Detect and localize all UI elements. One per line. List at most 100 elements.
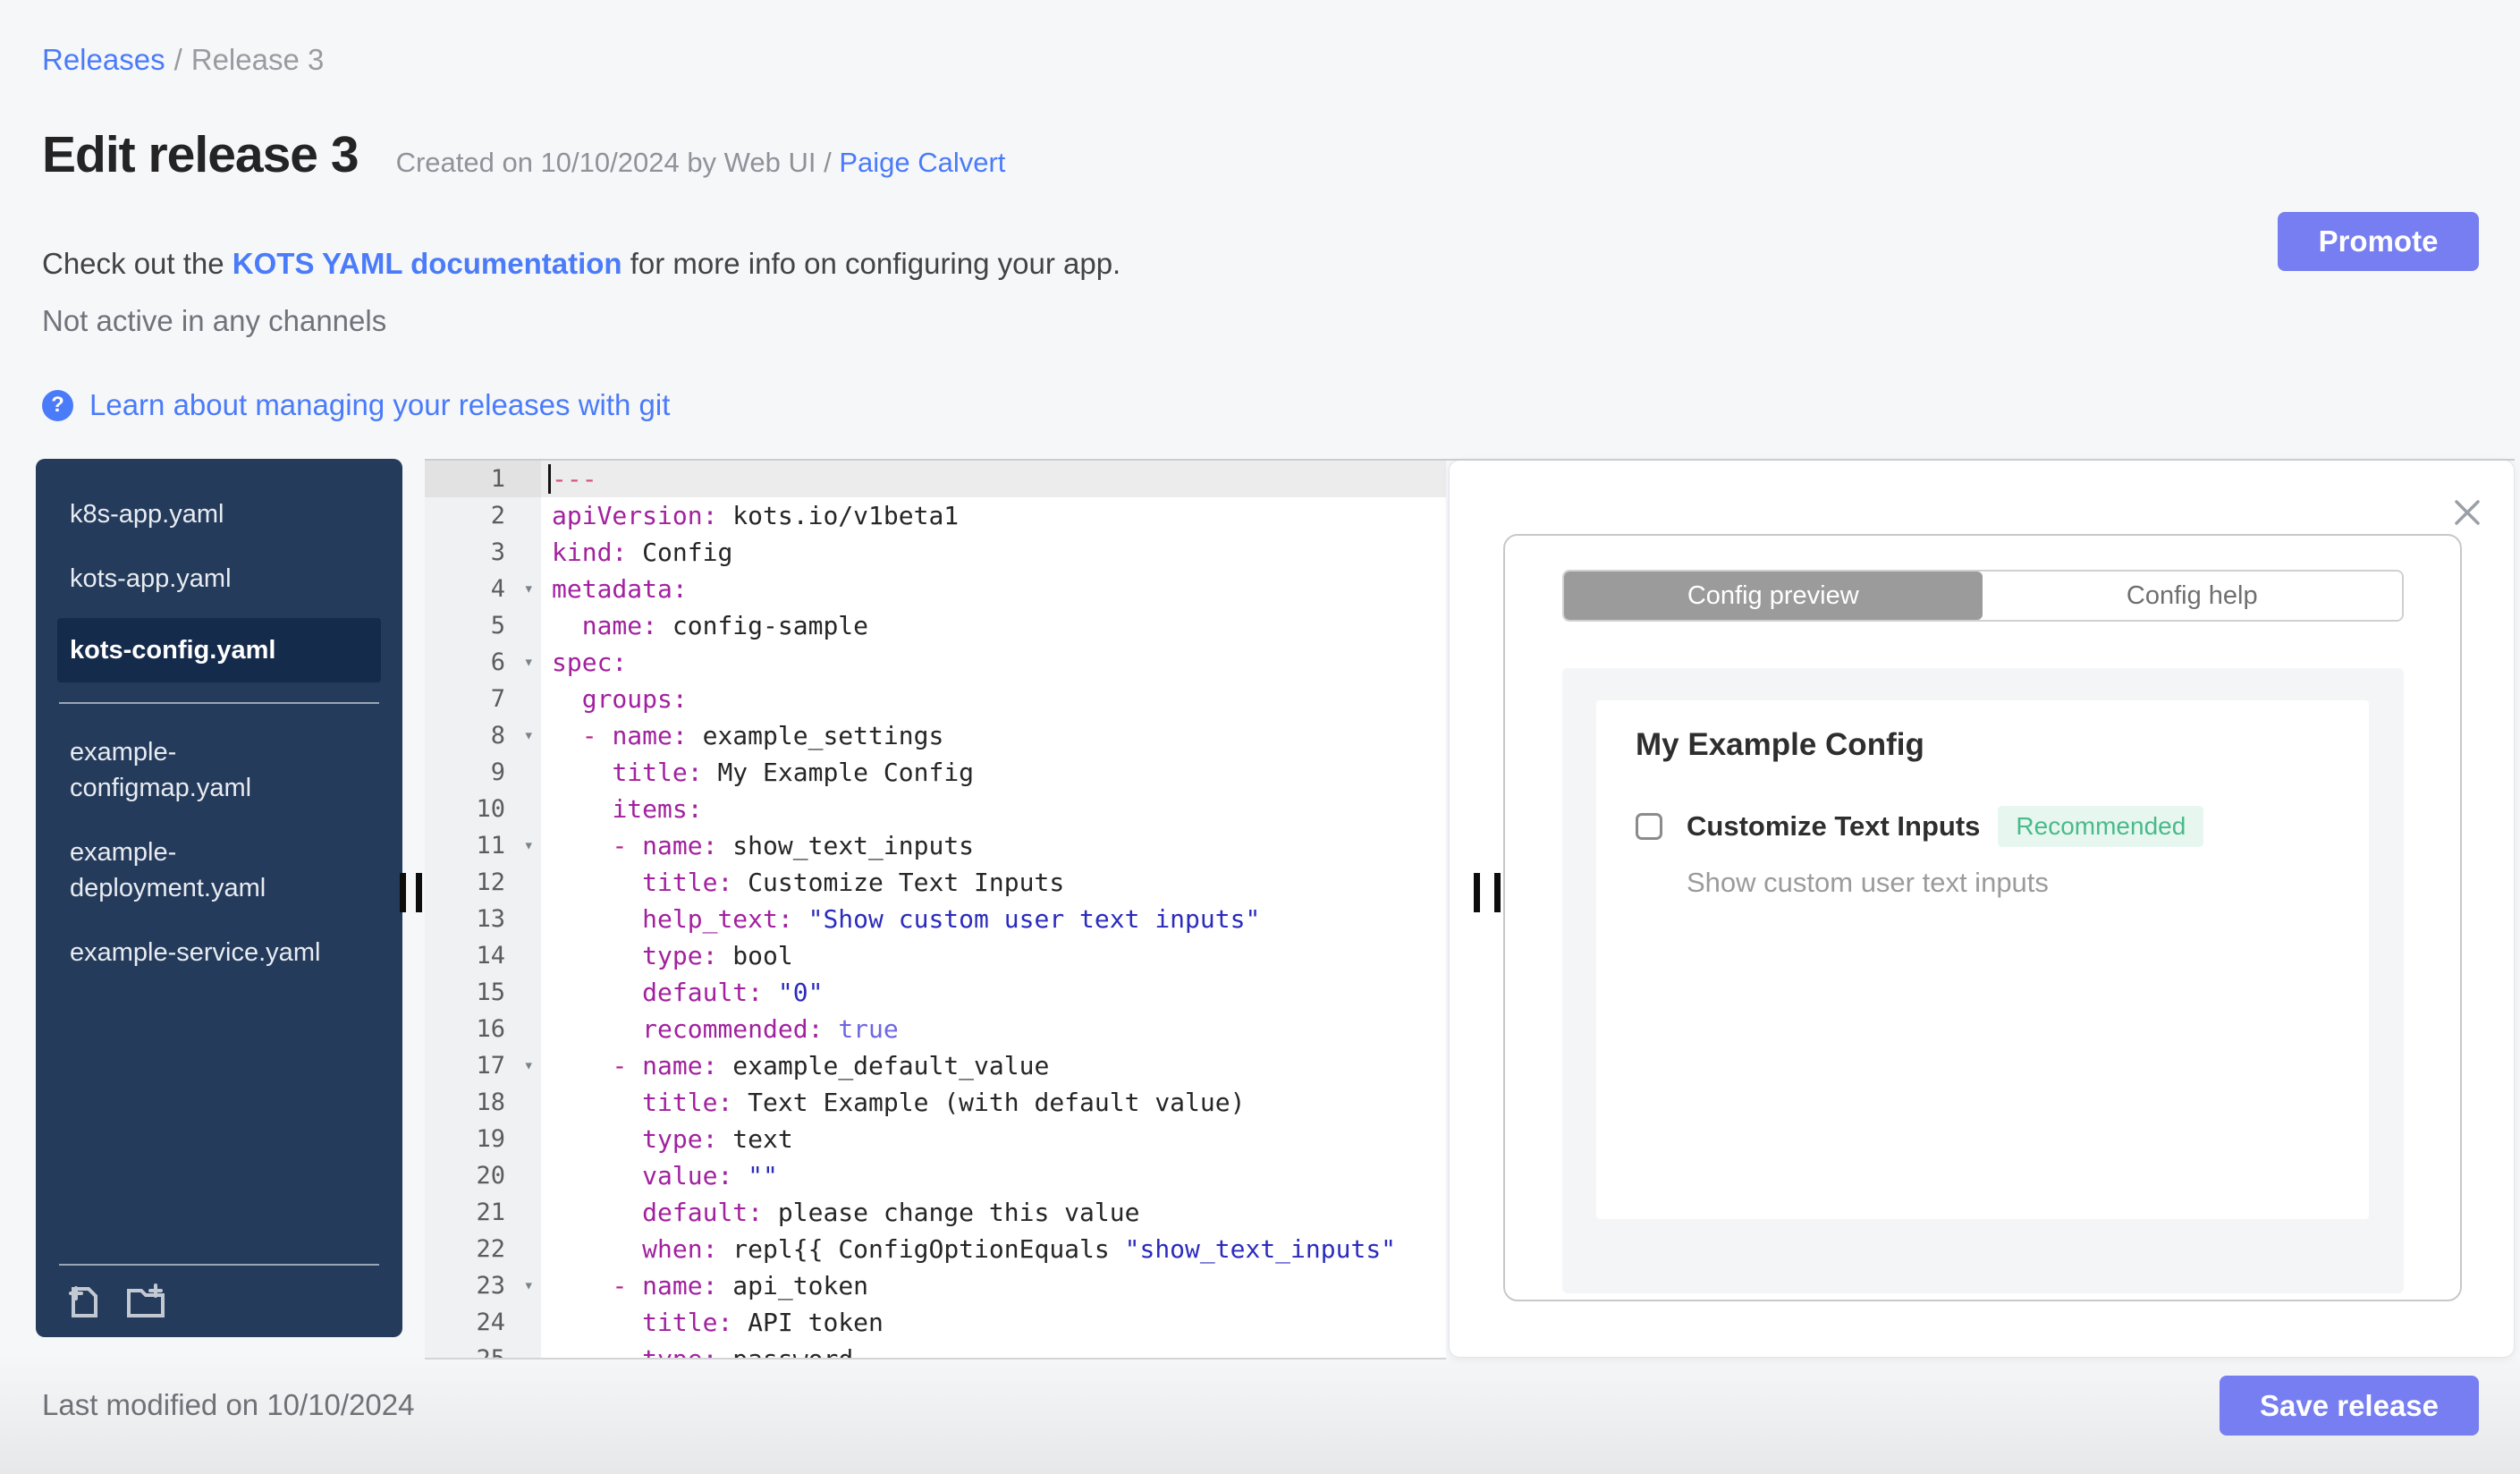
line-number[interactable]: 9 — [425, 754, 541, 791]
code-line-content[interactable]: type: bool — [541, 937, 1446, 974]
file-item-example-service.yaml[interactable]: example-service.yaml — [57, 928, 365, 978]
add-file-icon[interactable] — [64, 1282, 102, 1319]
editor-line-14[interactable]: 14 type: bool — [425, 937, 1446, 974]
line-number[interactable]: 11 ▾ — [425, 827, 541, 864]
editor-line-24[interactable]: 24 title: API token — [425, 1304, 1446, 1341]
editor-line-25[interactable]: 25 type: password — [425, 1341, 1446, 1358]
line-number[interactable]: 14 — [425, 937, 541, 974]
promote-button[interactable]: Promote — [2278, 212, 2479, 271]
code-line-content[interactable]: --- — [541, 461, 1446, 497]
code-line-content[interactable]: title: Customize Text Inputs — [541, 864, 1446, 901]
fold-arrow-icon[interactable]: ▾ — [524, 571, 534, 607]
line-number[interactable]: 16 — [425, 1011, 541, 1047]
editor-line-11[interactable]: 11 ▾ - name: show_text_inputs — [425, 827, 1446, 864]
customize-text-inputs-checkbox[interactable] — [1636, 813, 1662, 840]
breadcrumb-releases-link[interactable]: Releases — [42, 43, 165, 76]
code-line-content[interactable]: default: please change this value — [541, 1194, 1446, 1231]
line-number[interactable]: 8 ▾ — [425, 717, 541, 754]
code-line-content[interactable]: - name: api_token — [541, 1267, 1446, 1304]
editor-line-19[interactable]: 19 type: text — [425, 1121, 1446, 1157]
code-line-content[interactable]: spec: — [541, 644, 1446, 681]
preview-resize-handle-bar[interactable] — [1494, 873, 1501, 912]
line-number[interactable]: 21 — [425, 1194, 541, 1231]
close-icon[interactable] — [2451, 496, 2483, 529]
code-line-content[interactable]: title: My Example Config — [541, 754, 1446, 791]
line-number[interactable]: 20 — [425, 1157, 541, 1194]
line-number[interactable]: 18 — [425, 1084, 541, 1121]
line-number[interactable]: 22 — [425, 1231, 541, 1267]
line-number[interactable]: 4 ▾ — [425, 571, 541, 607]
code-line-content[interactable]: title: Text Example (with default value) — [541, 1084, 1446, 1121]
code-line-content[interactable]: metadata: — [541, 571, 1446, 607]
line-number[interactable]: 3 — [425, 534, 541, 571]
fold-arrow-icon[interactable]: ▾ — [524, 1267, 534, 1304]
question-icon[interactable]: ? — [42, 389, 73, 421]
line-number[interactable]: 13 — [425, 901, 541, 937]
tab-config-preview[interactable]: Config preview — [1563, 572, 1983, 620]
file-item-kots-app.yaml[interactable]: kots-app.yaml — [57, 554, 365, 604]
file-item-kots-config.yaml[interactable]: kots-config.yaml — [57, 618, 381, 682]
editor-line-8[interactable]: 8 ▾ - name: example_settings — [425, 717, 1446, 754]
add-folder-icon[interactable] — [125, 1282, 166, 1319]
line-number[interactable]: 12 — [425, 864, 541, 901]
fold-arrow-icon[interactable]: ▾ — [524, 717, 534, 754]
line-number[interactable]: 17 ▾ — [425, 1047, 541, 1084]
kots-docs-link[interactable]: KOTS YAML documentation — [233, 247, 622, 280]
line-number[interactable]: 2 — [425, 497, 541, 534]
editor-line-3[interactable]: 3 kind: Config — [425, 534, 1446, 571]
code-line-content[interactable]: groups: — [541, 681, 1446, 717]
editor-line-1[interactable]: 1 --- — [425, 461, 1446, 497]
line-number[interactable]: 10 — [425, 791, 541, 827]
code-line-content[interactable]: default: "0" — [541, 974, 1446, 1011]
editor-line-2[interactable]: 2 apiVersion: kots.io/v1beta1 — [425, 497, 1446, 534]
code-line-content[interactable]: - name: example_settings — [541, 717, 1446, 754]
code-line-content[interactable]: recommended: true — [541, 1011, 1446, 1047]
file-item-k8s-app.yaml[interactable]: k8s-app.yaml — [57, 489, 365, 539]
editor-line-10[interactable]: 10 items: — [425, 791, 1446, 827]
editor-line-4[interactable]: 4 ▾ metadata: — [425, 571, 1446, 607]
code-line-content[interactable]: items: — [541, 791, 1446, 827]
editor-line-6[interactable]: 6 ▾ spec: — [425, 644, 1446, 681]
code-line-content[interactable]: title: API token — [541, 1304, 1446, 1341]
line-number[interactable]: 23 ▾ — [425, 1267, 541, 1304]
editor-line-17[interactable]: 17 ▾ - name: example_default_value — [425, 1047, 1446, 1084]
fold-arrow-icon[interactable]: ▾ — [524, 644, 534, 681]
sidebar-resize-handle-bar[interactable] — [416, 873, 422, 912]
code-line-content[interactable]: value: "" — [541, 1157, 1446, 1194]
fold-arrow-icon[interactable]: ▾ — [524, 827, 534, 864]
author-link[interactable]: Paige Calvert — [839, 147, 1005, 178]
editor-line-18[interactable]: 18 title: Text Example (with default val… — [425, 1084, 1446, 1121]
editor-line-13[interactable]: 13 help_text: "Show custom user text inp… — [425, 901, 1446, 937]
editor-line-22[interactable]: 22 when: repl{{ ConfigOptionEquals "show… — [425, 1231, 1446, 1267]
code-line-content[interactable]: type: password — [541, 1341, 1446, 1358]
line-number[interactable]: 5 — [425, 607, 541, 644]
code-line-content[interactable]: name: config-sample — [541, 607, 1446, 644]
code-line-content[interactable]: type: text — [541, 1121, 1446, 1157]
code-line-content[interactable]: kind: Config — [541, 534, 1446, 571]
line-number[interactable]: 6 ▾ — [425, 644, 541, 681]
editor-line-5[interactable]: 5 name: config-sample — [425, 607, 1446, 644]
editor-line-7[interactable]: 7 groups: — [425, 681, 1446, 717]
save-release-button[interactable]: Save release — [2220, 1376, 2479, 1436]
editor-line-16[interactable]: 16 recommended: true — [425, 1011, 1446, 1047]
editor-line-9[interactable]: 9 title: My Example Config — [425, 754, 1446, 791]
sidebar-resize-handle-bar[interactable] — [400, 873, 406, 912]
preview-resize-handle-bar[interactable] — [1474, 873, 1480, 912]
tab-config-help[interactable]: Config help — [1983, 572, 2402, 620]
line-number[interactable]: 1 — [425, 461, 541, 497]
line-number[interactable]: 7 — [425, 681, 541, 717]
line-number[interactable]: 25 — [425, 1341, 541, 1358]
code-line-content[interactable]: - name: example_default_value — [541, 1047, 1446, 1084]
editor-line-23[interactable]: 23 ▾ - name: api_token — [425, 1267, 1446, 1304]
file-item-example-configmap.yaml[interactable]: example-configmap.yaml — [57, 727, 365, 813]
line-number[interactable]: 24 — [425, 1304, 541, 1341]
code-line-content[interactable]: help_text: "Show custom user text inputs… — [541, 901, 1446, 937]
line-number[interactable]: 15 — [425, 974, 541, 1011]
code-line-content[interactable]: apiVersion: kots.io/v1beta1 — [541, 497, 1446, 534]
file-item-example-deployment.yaml[interactable]: example-deployment.yaml — [57, 827, 365, 913]
fold-arrow-icon[interactable]: ▾ — [524, 1047, 534, 1084]
code-line-content[interactable]: when: repl{{ ConfigOptionEquals "show_te… — [541, 1231, 1446, 1267]
code-line-content[interactable]: - name: show_text_inputs — [541, 827, 1446, 864]
git-releases-link[interactable]: Learn about managing your releases with … — [89, 388, 670, 422]
yaml-code-editor[interactable]: 1 --- 2 apiVersion: kots.io/v1beta1 3 kind: C… — [425, 461, 1446, 1360]
